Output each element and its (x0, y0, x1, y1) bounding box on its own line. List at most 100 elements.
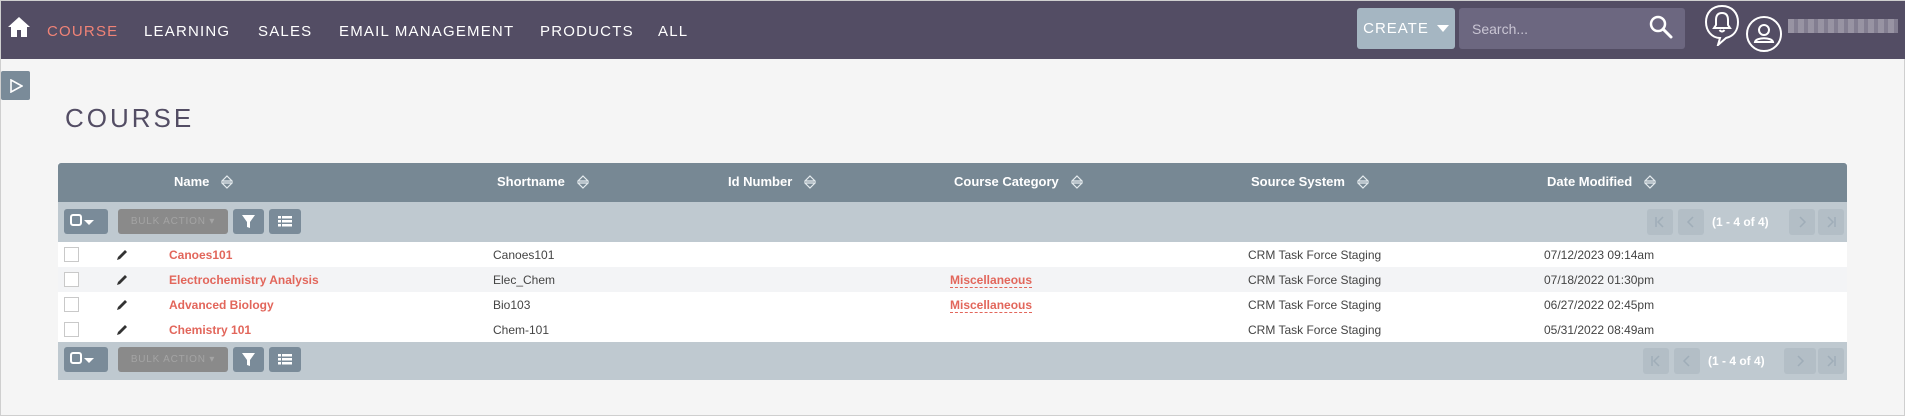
row-date-modified: 07/12/2023 09:14am (1544, 248, 1655, 262)
nav-item-email-management[interactable]: EMAIL MANAGEMENT (339, 23, 514, 40)
column-header-id-number[interactable]: Id Number (728, 174, 817, 189)
row-name-link[interactable]: Canoes101 (169, 248, 232, 262)
checkbox-dropdown-icon (70, 352, 94, 364)
column-header-source-system[interactable]: Source System (1251, 174, 1369, 189)
row-checkbox[interactable] (64, 322, 79, 337)
next-page-icon (1799, 216, 1807, 228)
filter-icon (242, 353, 255, 366)
next-page-button[interactable] (1784, 348, 1816, 374)
row-date-modified: 07/18/2022 01:30pm (1544, 273, 1655, 287)
row-course-category-link[interactable]: Miscellaneous (950, 273, 1033, 288)
row-shortname: Chem-101 (493, 323, 550, 337)
filter-button[interactable] (233, 347, 264, 372)
sort-icon[interactable] (804, 174, 817, 189)
nav-item-all[interactable]: ALL (658, 23, 688, 40)
table-row: Chemistry 101 Chem-101 CRM Task Force St… (58, 317, 1847, 342)
create-button[interactable]: CREATE (1357, 8, 1455, 49)
edit-pencil-icon[interactable] (115, 248, 129, 262)
table-row: Canoes101 Canoes101 CRM Task Force Stagi… (58, 242, 1847, 267)
prev-page-button[interactable] (1678, 209, 1704, 235)
row-source-system: CRM Task Force Staging (1248, 273, 1382, 287)
row-shortname: Elec_Chem (493, 273, 556, 287)
nav-item-course[interactable]: COURSE (47, 23, 118, 40)
column-header-name[interactable]: Name (174, 174, 234, 189)
edit-pencil-icon[interactable] (115, 298, 129, 312)
column-label: Id Number (728, 174, 793, 189)
chevron-down-icon (1436, 25, 1449, 32)
table-row: Electrochemistry Analysis Elec_Chem Misc… (58, 267, 1847, 292)
row-checkbox[interactable] (64, 297, 79, 312)
select-all-dropdown[interactable] (64, 209, 108, 234)
bulk-action-button[interactable]: BULK ACTION ▾ (118, 347, 228, 372)
nav-item-sales[interactable]: SALES (258, 23, 312, 40)
first-page-button[interactable] (1643, 348, 1669, 374)
filter-icon (242, 215, 255, 228)
prev-page-icon (1686, 216, 1694, 228)
row-date-modified: 06/27/2022 02:45pm (1544, 298, 1655, 312)
sort-icon[interactable] (1356, 174, 1369, 189)
bulk-action-label: BULK ACTION (130, 216, 206, 227)
first-page-icon (1651, 355, 1660, 367)
bell-icon[interactable] (1704, 4, 1740, 46)
column-chooser-icon (278, 216, 292, 227)
row-source-system: CRM Task Force Staging (1248, 248, 1382, 262)
row-name-link[interactable]: Electrochemistry Analysis (169, 273, 319, 287)
column-header-shortname[interactable]: Shortname (497, 174, 589, 189)
row-shortname: Canoes101 (493, 248, 555, 262)
column-label: Date Modified (1547, 174, 1633, 189)
user-name-blurred[interactable] (1788, 19, 1898, 33)
column-label: Source System (1251, 174, 1345, 189)
sort-icon[interactable] (221, 174, 234, 189)
chevron-down-icon: ▾ (209, 354, 216, 365)
search-icon[interactable] (1648, 14, 1674, 40)
column-chooser-button[interactable] (269, 209, 301, 234)
first-page-button[interactable] (1647, 209, 1673, 235)
list-toolbar-bottom: BULK ACTION ▾ (1 - 4 of 4) (58, 342, 1847, 380)
pagination-text: (1 - 4 of 4) (1712, 215, 1769, 229)
next-page-button[interactable] (1789, 209, 1815, 235)
column-label: Course Category (954, 174, 1059, 189)
table-row: Advanced Biology Bio103 Miscellaneous CR… (58, 292, 1847, 317)
pagination-text: (1 - 4 of 4) (1708, 354, 1765, 368)
chevron-down-icon: ▾ (209, 216, 216, 227)
sort-icon[interactable] (576, 174, 589, 189)
column-header-course-category[interactable]: Course Category (954, 174, 1083, 189)
bulk-action-button[interactable]: BULK ACTION ▾ (118, 209, 228, 234)
create-button-label: CREATE (1363, 20, 1429, 37)
sidebar-toggle-button[interactable] (1, 71, 30, 100)
row-course-category-link[interactable]: Miscellaneous (950, 298, 1033, 313)
first-page-icon (1655, 216, 1664, 228)
column-chooser-button[interactable] (269, 347, 301, 372)
filter-button[interactable] (233, 209, 264, 234)
prev-page-icon (1682, 355, 1690, 367)
top-navigation-bar: COURSE LEARNING SALES EMAIL MANAGEMENT P… (1, 1, 1905, 59)
select-all-dropdown[interactable] (64, 347, 108, 372)
last-page-icon (1827, 216, 1836, 228)
page-title: COURSE (65, 103, 195, 133)
nav-item-products[interactable]: PRODUCTS (540, 23, 634, 40)
last-page-button[interactable] (1818, 209, 1844, 235)
search-input[interactable] (1459, 8, 1649, 49)
sort-icon[interactable] (1644, 174, 1657, 189)
row-name-link[interactable]: Advanced Biology (169, 298, 274, 312)
row-source-system: CRM Task Force Staging (1248, 298, 1382, 312)
home-icon[interactable] (7, 15, 31, 39)
edit-pencil-icon[interactable] (115, 323, 129, 337)
list-toolbar-top: BULK ACTION ▾ (1 - 4 of 4) (58, 202, 1847, 242)
next-page-icon (1797, 355, 1805, 367)
last-page-icon (1827, 355, 1836, 367)
row-source-system: CRM Task Force Staging (1248, 323, 1382, 337)
prev-page-button[interactable] (1674, 348, 1700, 374)
row-name-link[interactable]: Chemistry 101 (169, 323, 251, 337)
column-header-date-modified[interactable]: Date Modified (1547, 174, 1657, 189)
sort-icon[interactable] (1070, 174, 1083, 189)
checkbox-dropdown-icon (70, 214, 94, 226)
column-label: Name (174, 174, 210, 189)
row-checkbox[interactable] (64, 272, 79, 287)
last-page-button[interactable] (1818, 348, 1844, 374)
user-icon[interactable] (1745, 15, 1783, 53)
nav-item-learning[interactable]: LEARNING (144, 23, 230, 40)
bulk-action-label: BULK ACTION (130, 354, 206, 365)
edit-pencil-icon[interactable] (115, 273, 129, 287)
row-checkbox[interactable] (64, 247, 79, 262)
